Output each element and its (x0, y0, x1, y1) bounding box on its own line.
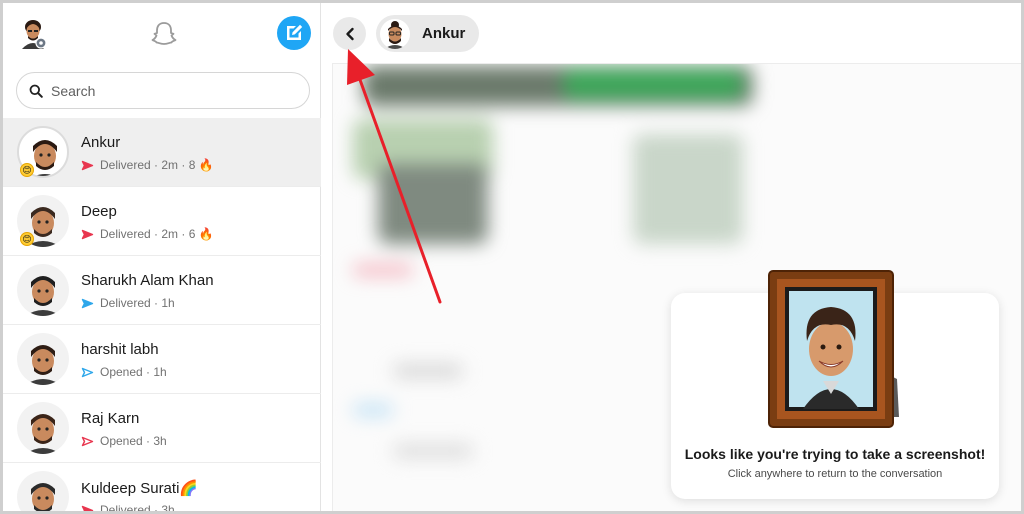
app-window: 😊 Ankur Delivered · 2m · 8 🔥 😊 Deep Delivered… (0, 0, 1024, 514)
delivered-arrow-icon (81, 160, 94, 170)
sidebar-header (3, 3, 321, 65)
new-chat-icon (287, 24, 303, 40)
chat-sidebar: 😊 Ankur Delivered · 2m · 8 🔥 😊 Deep Delivered… (3, 3, 321, 511)
chat-name: Deep (81, 203, 117, 220)
chat-row[interactable]: Raj Karn Opened · 3h (3, 394, 321, 463)
chat-status: Delivered · 2m · 6 🔥 (81, 227, 214, 241)
chat-status-text: Opened · 3h (100, 434, 167, 448)
chat-status-text: Delivered · 1h (100, 296, 175, 310)
contact-name: Ankur (422, 25, 466, 42)
chat-status: Delivered · 1h (81, 296, 175, 310)
friend-emoji-badge: 😊 (20, 163, 34, 177)
chat-status: Opened · 1h (81, 365, 167, 379)
chat-name: Sharukh Alam Khan (81, 272, 214, 289)
chat-row[interactable]: Sharukh Alam Khan Delivered · 1h (3, 256, 321, 325)
contact-avatar (17, 471, 69, 511)
search-input[interactable] (51, 82, 291, 99)
chat-row[interactable]: harshit labh Opened · 1h (3, 325, 321, 394)
chat-list: 😊 Ankur Delivered · 2m · 8 🔥 😊 Deep Delivered… (3, 118, 321, 514)
new-chat-button[interactable] (277, 16, 311, 50)
chat-status-text: Delivered · 2m · 8 🔥 (100, 158, 214, 172)
contact-pill[interactable]: Ankur (376, 15, 480, 52)
search-icon (29, 84, 43, 98)
snapchat-ghost-icon[interactable] (150, 20, 178, 48)
chat-name: harshit labh (81, 341, 159, 358)
chat-name: Kuldeep Surati🌈 (81, 480, 199, 497)
opened-arrow-icon (81, 367, 94, 377)
search-bar[interactable] (16, 72, 310, 109)
chat-status-text: Delivered · 3h (100, 503, 175, 514)
delivered-arrow-icon (81, 505, 94, 511)
chat-status: Delivered · 2m · 8 🔥 (81, 158, 214, 172)
contact-avatar (380, 18, 410, 49)
chat-status-text: Delivered · 2m · 6 🔥 (100, 227, 214, 241)
chat-name: Ankur (81, 134, 121, 151)
screenshot-warning-title: Looks like you're trying to take a scree… (684, 446, 986, 462)
chat-row[interactable]: Kuldeep Surati🌈 Delivered · 3h (3, 463, 321, 514)
contact-avatar (17, 402, 69, 454)
chat-status: Opened · 3h (81, 434, 167, 448)
chat-status: Delivered · 3h (81, 503, 175, 514)
opened-arrow-icon (81, 436, 94, 446)
delivered-arrow-icon (81, 229, 94, 239)
back-button[interactable] (333, 17, 366, 50)
contact-avatar (17, 333, 69, 385)
chevron-left-icon (345, 27, 354, 40)
contact-avatar (17, 264, 69, 316)
chat-row[interactable]: 😊 Ankur Delivered · 2m · 8 🔥 (3, 118, 321, 187)
conversation-header: Ankur (322, 3, 1021, 63)
picture-frame-bitmoji-icon (767, 269, 907, 431)
screenshot-warning-subtitle: Click anywhere to return to the conversa… (727, 468, 943, 480)
chat-status-text: Opened · 1h (100, 365, 167, 379)
delivered-arrow-icon (81, 298, 94, 308)
bitmoji-avatar-icon[interactable] (19, 17, 47, 49)
chat-name: Raj Karn (81, 410, 140, 427)
chat-row[interactable]: 😊 Deep Delivered · 2m · 6 🔥 (3, 187, 321, 256)
friend-emoji-badge: 😊 (20, 232, 34, 246)
